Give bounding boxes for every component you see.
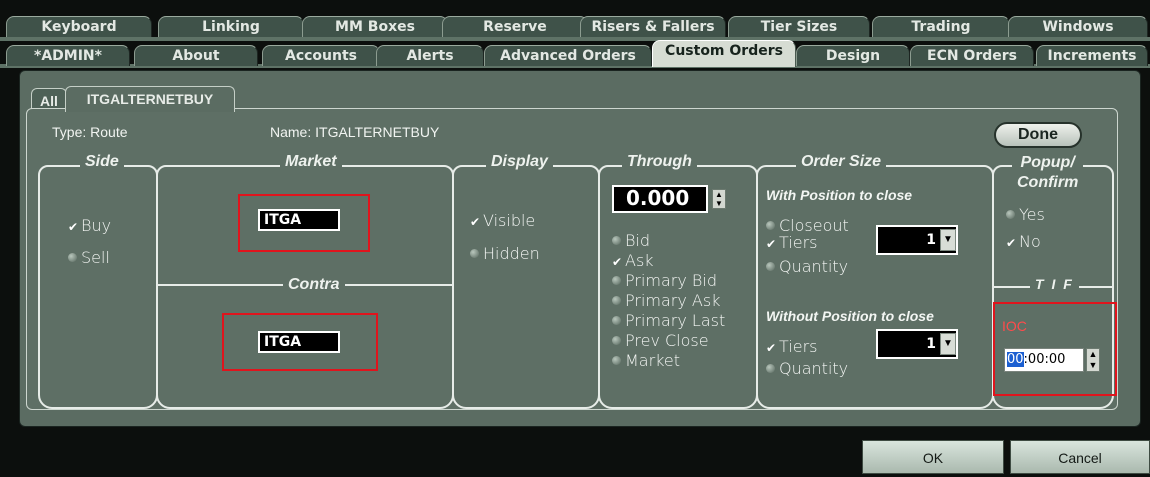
side-group [38, 165, 158, 409]
popup-yes-label: Yes [1019, 205, 1045, 224]
through-prev-close-label: Prev Close [625, 331, 709, 350]
through-primary-last-label: Primary Last [625, 311, 726, 330]
tab-trading[interactable]: Trading [872, 16, 1010, 37]
tab-increments[interactable]: Increments [1036, 45, 1148, 66]
side-sell-radio[interactable]: Sell [68, 249, 110, 266]
without-position-title: Without Position to close [766, 308, 934, 324]
through-ask-label: Ask [625, 251, 654, 270]
through-market-label: Market [625, 351, 680, 370]
display-visible-label: Visible [483, 211, 536, 230]
contra-title: Contra [283, 276, 345, 294]
through-option-primary-last[interactable]: Primary Last [612, 312, 725, 329]
type-label: Type: Route [52, 124, 128, 140]
tab-ecn-orders[interactable]: ECN Orders [910, 45, 1034, 66]
through-option-primary-ask[interactable]: Primary Ask [612, 292, 720, 309]
tab-mm-boxes[interactable]: MM Boxes [302, 16, 448, 37]
through-option-bid[interactable]: Bid [612, 232, 650, 249]
tab-advanced-orders[interactable]: Advanced Orders [484, 45, 652, 66]
display-title: Display [486, 153, 553, 171]
through-option-primary-bid[interactable]: Primary Bid [612, 272, 717, 289]
tab-custom-orders[interactable]: Custom Orders [652, 40, 796, 67]
market-title: Market [280, 153, 342, 171]
popup-title-line1: Popup/ [1020, 154, 1075, 171]
tab-risers-fallers[interactable]: Risers & Fallers [580, 16, 726, 37]
order-size-title: Order Size [796, 153, 887, 171]
through-bid-label: Bid [625, 231, 651, 250]
with-quantity-radio[interactable]: Quantity [766, 258, 848, 275]
popup-yes-radio[interactable]: Yes [1006, 206, 1045, 223]
with-position-title: With Position to close [766, 187, 913, 203]
through-option-prev-close[interactable]: Prev Close [612, 332, 709, 349]
without-tiers-radio[interactable]: ✔ Tiers [766, 338, 817, 357]
tab-keyboard[interactable]: Keyboard [6, 16, 152, 37]
with-tiers-label: Tiers [779, 233, 818, 252]
through-primary-bid-label: Primary Bid [625, 271, 717, 290]
without-tiers-label: Tiers [779, 337, 818, 356]
market-highlight [238, 194, 370, 252]
name-label: Name: ITGALTERNETBUY [270, 124, 440, 140]
tab-linking[interactable]: Linking [158, 16, 304, 37]
tif-highlight [993, 302, 1117, 396]
side-title: Side [80, 153, 124, 171]
popup-no-radio[interactable]: ✔ No [1006, 233, 1041, 252]
through-option-market[interactable]: Market [612, 352, 680, 369]
popup-title: Popup/ Confirm [1012, 153, 1084, 193]
without-quantity-label: Quantity [779, 359, 849, 378]
through-option-ask[interactable]: ✔ Ask [612, 252, 654, 271]
tab-windows[interactable]: Windows [1008, 16, 1148, 37]
side-buy-label: Buy [81, 216, 112, 235]
display-hidden-radio[interactable]: Hidden [470, 245, 540, 262]
tif-title: T I F [1030, 276, 1079, 292]
through-title: Through [622, 153, 697, 171]
without-quantity-radio[interactable]: Quantity [766, 360, 848, 377]
with-position-dropdown-arrow[interactable]: ▼ [940, 229, 956, 251]
contra-highlight [222, 313, 378, 371]
tab-tier-sizes[interactable]: Tier Sizes [728, 16, 870, 37]
tab-about[interactable]: About [134, 45, 258, 66]
with-closeout-radio[interactable]: Closeout [766, 217, 849, 234]
display-hidden-label: Hidden [483, 244, 540, 263]
ok-button[interactable]: OK [862, 440, 1004, 474]
tab-accounts[interactable]: Accounts [262, 45, 380, 66]
tab-reserve[interactable]: Reserve [442, 16, 588, 37]
tab-admin[interactable]: *ADMIN* [6, 45, 130, 66]
cancel-button[interactable]: Cancel [1010, 440, 1150, 474]
tab-design[interactable]: Design [796, 45, 910, 66]
subtab-itgalternetbuy[interactable]: ITGALTERNETBUY [65, 86, 235, 112]
popup-no-label: No [1019, 232, 1041, 251]
through-spinner[interactable]: ▲ ▼ [712, 189, 726, 209]
through-price-input[interactable]: 0.000 [612, 185, 708, 213]
display-visible-radio[interactable]: ✔ Visible [470, 212, 535, 231]
popup-title-line2: Confirm [1017, 174, 1079, 191]
done-button[interactable]: Done [994, 122, 1082, 148]
through-primary-ask-label: Primary Ask [625, 291, 721, 310]
with-quantity-label: Quantity [779, 257, 849, 276]
display-group [452, 165, 600, 409]
with-tiers-radio[interactable]: ✔ Tiers [766, 234, 817, 253]
side-sell-label: Sell [81, 248, 110, 267]
without-position-dropdown-arrow[interactable]: ▼ [940, 333, 956, 355]
side-buy-radio[interactable]: ✔ Buy [68, 217, 111, 236]
tab-alerts[interactable]: Alerts [376, 45, 484, 66]
